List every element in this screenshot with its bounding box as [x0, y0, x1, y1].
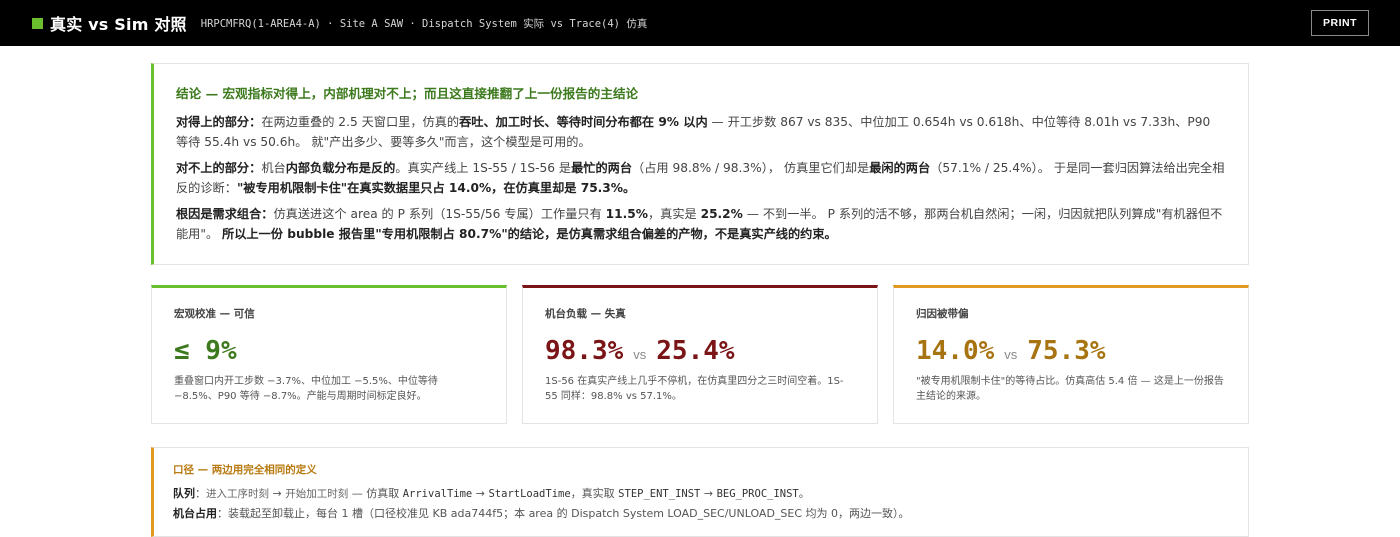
definitions-heading: 口径 — 两边用完全相同的定义 [173, 464, 317, 476]
brand-square-icon [32, 17, 43, 29]
real-value: 14.0% [916, 336, 995, 366]
real-step-ent-field: STEP_ENT_INST [618, 488, 701, 500]
mismatch-text-2: 。真实产线上 1S-55 / 1S-56 是 [395, 161, 572, 175]
attribution-bias-card: 归因被带偏 14.0% vs 75.3% "被专用机限制卡住"的等待占比。仿真高估 … [893, 285, 1249, 424]
sim-value: 25.4% [656, 336, 735, 366]
breadcrumb: HRPCMFRQ(1-AREA4-A) · Site A SAW · Dispa… [200, 17, 648, 30]
card-label: 宏观校准 — 可信 [174, 308, 255, 320]
sim-value: 75.3% [1027, 336, 1106, 366]
mismatch-bold-3: 最闲的两台 [869, 161, 931, 175]
sim-arrival-field: ArrivalTime [402, 488, 473, 500]
matching-bold-1: 吞吐、加工时长、等待时间分布都在 9% 以内 [459, 115, 708, 129]
root-cause-bold-2: 25.2% [700, 207, 743, 221]
mismatch-bold-2: 最忙的两台 [571, 161, 633, 175]
real-beg-proc-field: BEG_PROC_INST [716, 488, 799, 500]
card-note: 1S-56 在真实产线上几乎不停机，在仿真里四分之三时间空着。1S-55 同样：… [545, 376, 844, 402]
root-cause-paragraph: 根因是需求组合：仿真送进这个 area 的 P 系列（1S-55/56 专属）工… [176, 204, 1226, 244]
definitions-panel: 口径 — 两边用完全相同的定义 队列：进入工序时刻 → 开始加工时刻 — 仿真取… [151, 447, 1249, 537]
print-button[interactable]: PRINT [1311, 10, 1369, 36]
matching-lead: 对得上的部分： [176, 115, 262, 129]
queue-definition: 队列：进入工序时刻 → 开始加工时刻 — 仿真取 ArrivalTime → S… [173, 484, 1229, 504]
root-cause-text-1: 仿真送进这个 area 的 P 系列（1S-55/56 专属）工作量只有 [273, 207, 606, 221]
arrow-icon: → [472, 487, 489, 500]
matching-text-1: 在两边重叠的 2.5 天窗口里，仿真的 [261, 115, 460, 129]
matching-paragraph: 对得上的部分：在两边重叠的 2.5 天窗口里，仿真的吞吐、加工时长、等待时间分布… [176, 112, 1226, 152]
macro-calibration-card: 宏观校准 — 可信 ≤ 9% 重叠窗口内开工步数 −3.7%、中位加工 −5.5… [151, 285, 507, 424]
top-bar: 真实 vs Sim 对照 HRPCMFRQ(1-AREA4-A) · Site … [0, 0, 1400, 46]
conclusion-panel: 结论 — 宏观指标对得上，内部机理对不上；而且这直接推翻了上一份报告的主结论 对… [151, 63, 1249, 265]
vs-label: vs [1004, 347, 1018, 362]
queue-enter-time: 进入工序时刻 [206, 488, 269, 500]
card-label: 归因被带偏 [916, 308, 969, 320]
mismatch-text-1: 机台 [261, 161, 286, 175]
root-cause-text-2: ，真实是 [647, 207, 701, 221]
queue-text-3: 。 [798, 487, 810, 500]
real-value: 98.3% [545, 336, 624, 366]
root-cause-lead: 根因是需求组合： [176, 207, 274, 221]
vs-label: vs [633, 347, 647, 362]
card-value: ≤ 9% [174, 336, 237, 366]
card-value: 98.3% vs 25.4% [545, 336, 855, 366]
sim-startload-field: StartLoadTime [488, 488, 571, 500]
queue-text-2: ，真实取 [570, 487, 619, 500]
card-note: "被专用机限制卡住"的等待占比。仿真高估 5.4 倍 — 这是上一份报告主结论的… [916, 376, 1224, 402]
card-value: 14.0% vs 75.3% [916, 336, 1226, 366]
arrow-icon: → [700, 487, 717, 500]
mismatch-text-3: （占用 98.8% / 98.3%）， 仿真里它们却是 [632, 161, 870, 175]
card-note: 重叠窗口内开工步数 −3.7%、中位加工 −5.5%、中位等待 −8.5%、P9… [174, 376, 438, 402]
queue-start-time: 开始加工时刻 [285, 488, 349, 500]
root-cause-bold-1: 11.5% [605, 207, 648, 221]
mismatch-lead: 对不上的部分： [176, 161, 262, 175]
machine-load-card: 机台负载 — 失真 98.3% vs 25.4% 1S-56 在真实产线上几乎不停机… [522, 285, 878, 424]
mismatch-bold-4: "被专用机限制卡住"在真实数据里只占 14.0%，在仿真里却是 75.3%。 [236, 181, 636, 195]
queue-sep: ： [195, 487, 206, 500]
conclusion-heading: 结论 — 宏观指标对得上，内部机理对不上；而且这直接推翻了上一份报告的主结论 [176, 86, 639, 101]
mismatch-bold-1: 内部负载分布是反的 [285, 161, 396, 175]
arrow-icon: → [269, 487, 286, 500]
queue-text-1: — 仿真取 [348, 487, 403, 500]
queue-lead: 队列 [173, 487, 195, 500]
page-title: 真实 vs Sim 对照 [50, 15, 187, 34]
card-label: 机台负载 — 失真 [545, 308, 626, 320]
root-cause-bold-3: 所以上一份 bubble 报告里"专用机限制占 80.7%"的结论，是仿真需求组… [222, 227, 837, 241]
mismatch-paragraph: 对不上的部分：机台内部负载分布是反的。真实产线上 1S-55 / 1S-56 是… [176, 158, 1226, 198]
